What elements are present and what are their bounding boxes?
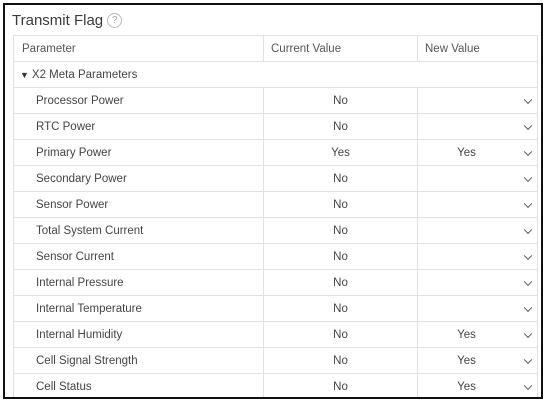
chevron-down-icon[interactable]: [523, 95, 533, 104]
table-row: Cell Signal Strength No Yes: [14, 348, 538, 374]
current-value: No: [264, 374, 418, 397]
table-row: Internal Humidity No Yes: [14, 322, 538, 348]
new-value-select[interactable]: Yes: [418, 140, 538, 165]
current-value: No: [264, 166, 418, 191]
new-value-select[interactable]: [418, 270, 538, 295]
new-value-select[interactable]: [418, 114, 538, 139]
current-value: Yes: [264, 140, 418, 165]
chevron-down-icon[interactable]: [523, 173, 533, 182]
parameter-name: Cell Status: [14, 374, 264, 397]
chevron-down-icon[interactable]: [523, 329, 533, 338]
help-icon[interactable]: ?: [107, 13, 123, 28]
current-value: No: [264, 218, 418, 243]
table-row: Total System Current No: [14, 218, 538, 244]
collapse-triangle-icon[interactable]: ▼: [20, 70, 29, 80]
chevron-down-icon[interactable]: [523, 251, 533, 260]
table-row: Internal Pressure No: [14, 270, 538, 296]
chevron-down-icon[interactable]: [523, 147, 533, 156]
new-value-select[interactable]: [418, 244, 538, 269]
column-header-parameter: Parameter: [14, 36, 264, 61]
new-value-select[interactable]: Yes: [418, 374, 538, 397]
chevron-down-icon[interactable]: [523, 277, 533, 286]
table-row: Cell Status No Yes: [14, 374, 538, 397]
chevron-down-icon[interactable]: [523, 381, 533, 390]
new-value-select[interactable]: [418, 88, 538, 113]
new-value-select[interactable]: [418, 166, 538, 191]
chevron-down-icon[interactable]: [523, 225, 533, 234]
new-value-select[interactable]: [418, 192, 538, 217]
group-label: X2 Meta Parameters: [31, 68, 138, 81]
new-value-selected: Yes: [457, 328, 476, 341]
new-value-selected: Yes: [457, 354, 476, 367]
column-header-current-value: Current Value: [264, 36, 418, 61]
column-header-new-value: New Value: [418, 36, 538, 61]
table-header-row: Parameter Current Value New Value: [14, 36, 538, 62]
parameter-name: Internal Temperature: [14, 296, 264, 321]
parameter-name: Sensor Power: [14, 192, 264, 217]
panel-title: Transmit Flag: [12, 11, 104, 29]
table-row: Processor Power No: [14, 88, 538, 114]
current-value: No: [264, 296, 418, 321]
new-value-selected: Yes: [457, 146, 476, 159]
parameter-name: Primary Power: [14, 140, 264, 165]
table-row: RTC Power No: [14, 114, 538, 140]
parameter-name: Secondary Power: [14, 166, 264, 191]
parameter-name: Internal Humidity: [14, 322, 264, 347]
parameter-name: Cell Signal Strength: [14, 348, 264, 373]
new-value-select[interactable]: [418, 218, 538, 243]
group-row-x2-meta-parameters[interactable]: ▼ X2 Meta Parameters: [14, 62, 538, 88]
chevron-down-icon[interactable]: [523, 355, 533, 364]
parameter-name: Total System Current: [14, 218, 264, 243]
parameter-name: RTC Power: [14, 114, 264, 139]
current-value: No: [264, 270, 418, 295]
current-value: No: [264, 348, 418, 373]
table-row: Secondary Power No: [14, 166, 538, 192]
parameter-name: Processor Power: [14, 88, 264, 113]
new-value-selected: Yes: [457, 380, 476, 393]
table-row: Internal Temperature No: [14, 296, 538, 322]
chevron-down-icon[interactable]: [523, 121, 533, 130]
table-row: Sensor Current No: [14, 244, 538, 270]
panel-header: Transmit Flag ?: [5, 5, 541, 35]
new-value-select[interactable]: Yes: [418, 322, 538, 347]
transmit-flag-panel: Transmit Flag ? Parameter Current Value …: [3, 3, 543, 399]
table-row: Sensor Power No: [14, 192, 538, 218]
chevron-down-icon[interactable]: [523, 199, 533, 208]
current-value: No: [264, 244, 418, 269]
parameter-name: Internal Pressure: [14, 270, 264, 295]
table-row: Primary Power Yes Yes: [14, 140, 538, 166]
parameters-table: Parameter Current Value New Value ▼ X2 M…: [13, 35, 538, 397]
current-value: No: [264, 114, 418, 139]
new-value-select[interactable]: Yes: [418, 348, 538, 373]
current-value: No: [264, 192, 418, 217]
chevron-down-icon[interactable]: [523, 303, 533, 312]
parameter-name: Sensor Current: [14, 244, 264, 269]
new-value-select[interactable]: [418, 296, 538, 321]
group-header[interactable]: ▼ X2 Meta Parameters: [14, 62, 538, 87]
current-value: No: [264, 322, 418, 347]
current-value: No: [264, 88, 418, 113]
